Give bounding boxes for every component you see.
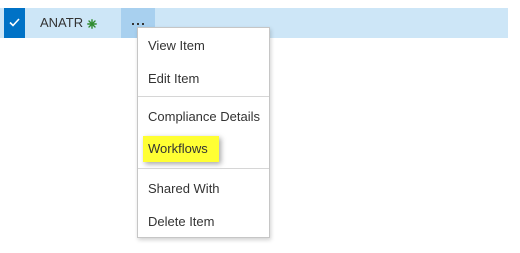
new-item-star-icon xyxy=(87,19,97,29)
menu-item-compliance-details[interactable]: Compliance Details xyxy=(148,109,260,125)
menu-item-view-item[interactable]: View Item xyxy=(148,38,205,54)
row-select-checkbox[interactable] xyxy=(4,8,25,38)
menu-item-shared-with[interactable]: Shared With xyxy=(148,181,220,197)
list-view: ANATR View Item Edit Item Compliance Det… xyxy=(0,0,520,253)
checkmark-icon xyxy=(9,18,20,27)
item-context-menu: View Item Edit Item Compliance Details W… xyxy=(137,27,270,238)
menu-item-workflows[interactable]: Workflows xyxy=(148,141,208,157)
menu-divider xyxy=(138,168,269,169)
menu-item-edit-item[interactable]: Edit Item xyxy=(148,71,199,87)
menu-item-delete-item[interactable]: Delete Item xyxy=(148,214,214,230)
menu-divider xyxy=(138,96,269,97)
item-title-link[interactable]: ANATR xyxy=(40,15,83,31)
workflows-highlight: Workflows xyxy=(143,136,219,162)
